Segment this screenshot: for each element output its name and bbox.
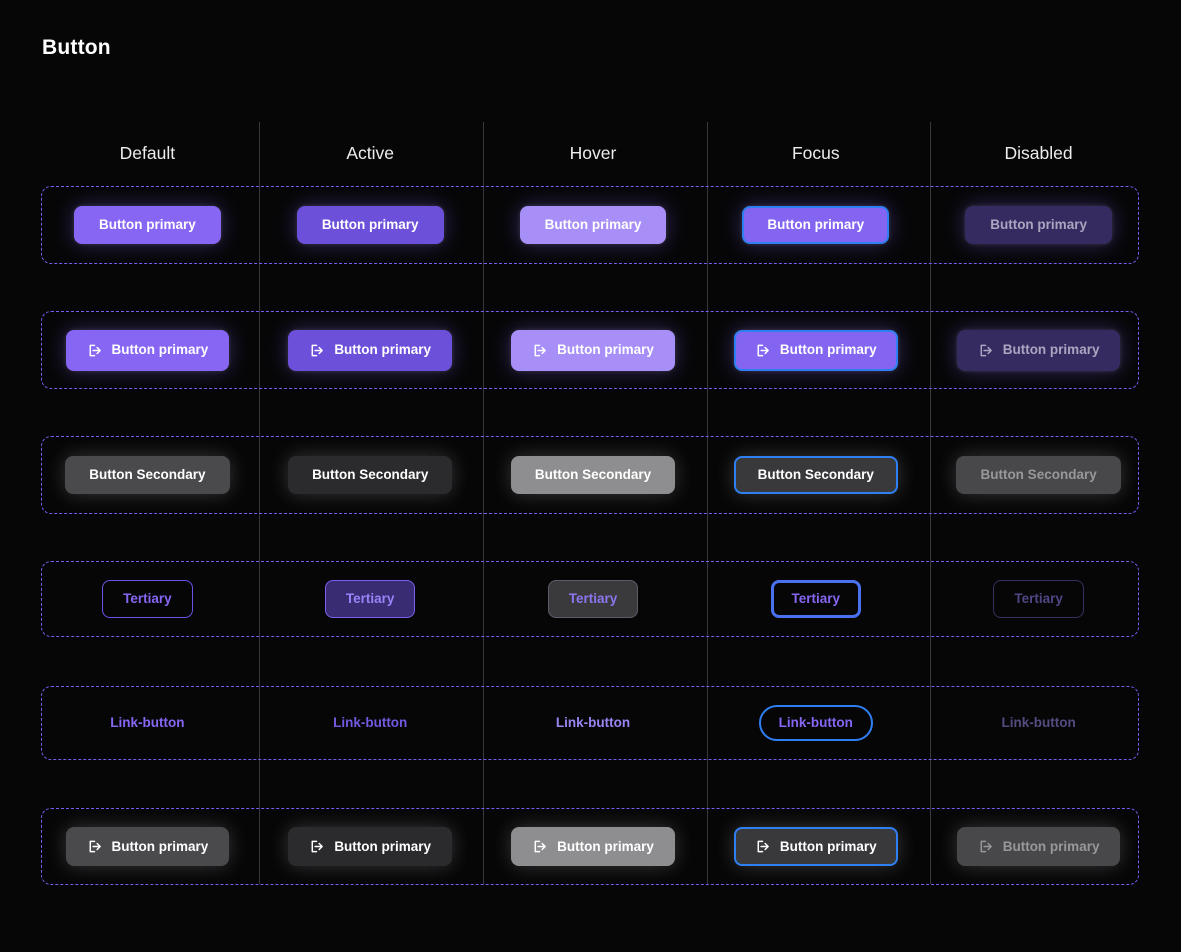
button-label: Link-button — [779, 716, 853, 730]
secondary-icon-active-button[interactable]: Button primary — [288, 827, 452, 866]
secondary-icon-default-button[interactable]: Button primary — [66, 827, 230, 866]
secondary-focus-button[interactable]: Button Secondary — [734, 456, 898, 494]
primary-icon-focus-button[interactable]: Button primary — [734, 330, 898, 371]
button-label: Button primary — [112, 343, 209, 357]
button-label: Link-button — [1001, 716, 1075, 730]
button-label: Tertiary — [346, 592, 395, 606]
button-label: Button primary — [545, 218, 642, 232]
button-label: Button Secondary — [758, 468, 874, 482]
primary-hover-button[interactable]: Button primary — [520, 206, 667, 244]
row-tertiary: Tertiary Tertiary Tertiary Tertiary Tert… — [36, 561, 1150, 637]
button-label: Button Secondary — [89, 468, 205, 482]
button-label: Button primary — [780, 343, 877, 357]
row-secondary: Button Secondary Button Secondary Button… — [36, 436, 1150, 514]
button-label: Button primary — [557, 343, 654, 357]
button-label: Tertiary — [792, 592, 841, 606]
button-label: Button primary — [767, 218, 864, 232]
link-active-button[interactable]: Link-button — [327, 708, 413, 738]
button-label: Button primary — [334, 343, 431, 357]
button-label: Link-button — [333, 716, 407, 730]
button-label: Button primary — [780, 840, 877, 854]
primary-disabled-button[interactable]: Button primary — [965, 206, 1112, 244]
column-header-active: Active — [259, 122, 482, 184]
button-label: Button primary — [557, 840, 654, 854]
tertiary-hover-button[interactable]: Tertiary — [548, 580, 639, 618]
secondary-hover-button[interactable]: Button Secondary — [511, 456, 675, 494]
secondary-icon-disabled-button[interactable]: Button primary — [957, 827, 1121, 866]
exit-arrow-icon — [755, 343, 770, 358]
primary-icon-hover-button[interactable]: Button primary — [511, 330, 675, 371]
page-title: Button — [42, 36, 111, 60]
primary-focus-button[interactable]: Button primary — [742, 206, 889, 244]
button-label: Button primary — [1003, 840, 1100, 854]
exit-arrow-icon — [309, 839, 324, 854]
link-disabled-button[interactable]: Link-button — [995, 708, 1081, 738]
primary-icon-active-button[interactable]: Button primary — [288, 330, 452, 371]
button-label: Button primary — [99, 218, 196, 232]
link-default-button[interactable]: Link-button — [104, 708, 190, 738]
secondary-icon-focus-button[interactable]: Button primary — [734, 827, 898, 866]
button-label: Tertiary — [1014, 592, 1063, 606]
button-label: Button primary — [990, 218, 1087, 232]
exit-arrow-icon — [309, 343, 324, 358]
button-label: Tertiary — [569, 592, 618, 606]
button-label: Button Secondary — [535, 468, 651, 482]
button-label: Button primary — [112, 840, 209, 854]
exit-arrow-icon — [532, 343, 547, 358]
secondary-active-button[interactable]: Button Secondary — [288, 456, 452, 494]
exit-arrow-icon — [978, 839, 993, 854]
exit-arrow-icon — [978, 343, 993, 358]
button-label: Button Secondary — [312, 468, 428, 482]
primary-active-button[interactable]: Button primary — [297, 206, 444, 244]
row-secondary-icon: Button primary Button primary Button pri… — [36, 808, 1150, 885]
column-header-default: Default — [36, 122, 259, 184]
tertiary-focus-button[interactable]: Tertiary — [771, 580, 862, 618]
link-hover-button[interactable]: Link-button — [550, 708, 636, 738]
row-primary-icon: Button primary Button primary Button pri… — [36, 311, 1150, 389]
secondary-disabled-button[interactable]: Button Secondary — [956, 456, 1120, 494]
tertiary-default-button[interactable]: Tertiary — [102, 580, 193, 618]
column-header-focus: Focus — [704, 122, 927, 184]
tertiary-disabled-button[interactable]: Tertiary — [993, 580, 1084, 618]
button-label: Button primary — [322, 218, 419, 232]
link-focus-button[interactable]: Link-button — [759, 705, 873, 741]
exit-arrow-icon — [755, 839, 770, 854]
column-headers: Default Active Hover Focus Disabled — [36, 122, 1150, 184]
exit-arrow-icon — [87, 839, 102, 854]
button-label: Button primary — [334, 840, 431, 854]
button-label: Link-button — [556, 716, 630, 730]
secondary-default-button[interactable]: Button Secondary — [65, 456, 229, 494]
row-primary: Button primary Button primary Button pri… — [36, 186, 1150, 264]
primary-icon-default-button[interactable]: Button primary — [66, 330, 230, 371]
column-header-disabled: Disabled — [927, 122, 1150, 184]
button-label: Tertiary — [123, 592, 172, 606]
exit-arrow-icon — [532, 839, 547, 854]
button-label: Button primary — [1003, 343, 1100, 357]
primary-icon-disabled-button[interactable]: Button primary — [957, 330, 1121, 371]
row-link: Link-button Link-button Link-button Link… — [36, 686, 1150, 760]
exit-arrow-icon — [87, 343, 102, 358]
primary-default-button[interactable]: Button primary — [74, 206, 221, 244]
button-label: Button Secondary — [980, 468, 1096, 482]
button-label: Link-button — [110, 716, 184, 730]
column-header-hover: Hover — [482, 122, 705, 184]
tertiary-active-button[interactable]: Tertiary — [325, 580, 416, 618]
secondary-icon-hover-button[interactable]: Button primary — [511, 827, 675, 866]
